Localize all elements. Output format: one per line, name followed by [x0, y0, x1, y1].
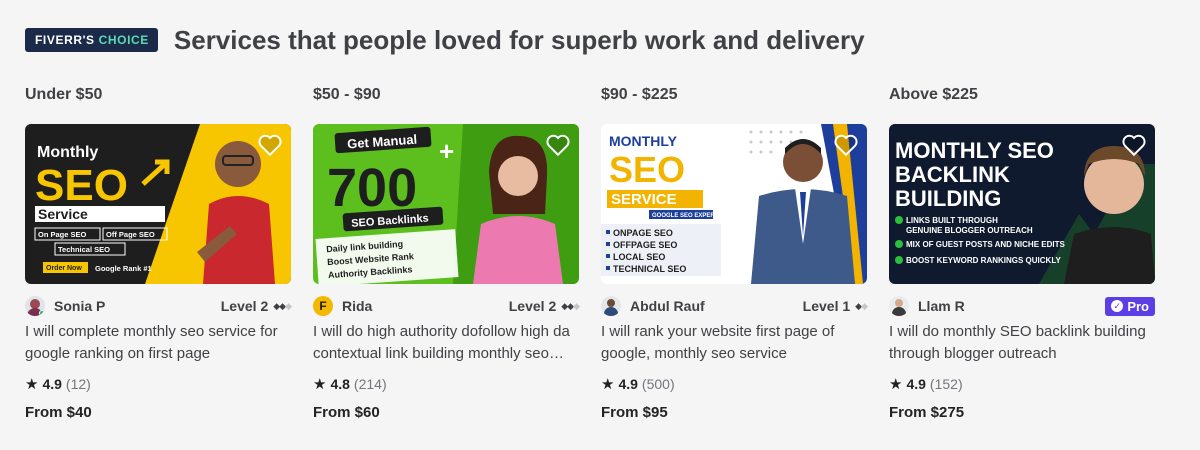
- diamond-icon: ◆◆◆: [561, 300, 580, 311]
- svg-text:On Page SEO: On Page SEO: [38, 230, 87, 239]
- section-title: Services that people loved for superb wo…: [173, 24, 865, 55]
- star-icon: ★: [313, 376, 327, 393]
- svg-text:LINKS BUILT THROUGH: LINKS BUILT THROUGH: [906, 216, 998, 225]
- svg-text:SERVICE: SERVICE: [611, 191, 677, 208]
- svg-text:Google Rank #1: Google Rank #1: [95, 264, 152, 273]
- svg-text:TECHNICAL SEO: TECHNICAL SEO: [613, 264, 686, 274]
- diamond-icon: ◆◆: [855, 300, 868, 311]
- gig-column-90-225: $90 - $225 MONTHLY SEO SERVICE GOOGLE SE…: [601, 86, 868, 421]
- gig-column-50-90: $50 - $90 Get Manual 700 + SEO Backlinks…: [313, 86, 580, 421]
- avatar[interactable]: [889, 296, 909, 316]
- gig-title-link[interactable]: I will do high authority dofollow high d…: [313, 321, 579, 365]
- rating-score: 4.9: [618, 376, 638, 392]
- svg-text:MONTHLY SEO: MONTHLY SEO: [895, 138, 1054, 163]
- pro-badge: ✓ Pro: [1105, 296, 1155, 316]
- review-count: (500): [641, 376, 675, 392]
- rating-score: 4.9: [906, 376, 926, 392]
- svg-text:GENUINE BLOGGER OUTREACH: GENUINE BLOGGER OUTREACH: [906, 226, 1033, 235]
- level-label: Level 2: [220, 298, 269, 314]
- svg-text:ONPAGE SEO: ONPAGE SEO: [613, 228, 673, 238]
- svg-text:BACKLINK: BACKLINK: [895, 162, 1010, 187]
- svg-text:Technical SEO: Technical SEO: [58, 245, 110, 254]
- price-range-label: Under $50: [25, 86, 103, 103]
- gig-image: Monthly SEO Service On Page SEO Off Page…: [25, 124, 291, 284]
- review-count: (12): [65, 376, 91, 392]
- star-icon: ★: [25, 376, 39, 393]
- rating-row: ★ 4.9 (500): [601, 374, 867, 394]
- svg-text:MONTHLY: MONTHLY: [609, 133, 678, 149]
- svg-text:Order Now: Order Now: [46, 265, 82, 272]
- price-range-label: $90 - $225: [601, 86, 678, 103]
- svg-text:GOOGLE SEO EXPERT: GOOGLE SEO EXPERT: [652, 213, 719, 219]
- gig-title-link[interactable]: I will complete monthly seo service for …: [25, 321, 291, 365]
- svg-text:BOOST KEYWORD RANKINGS QUICKLY: BOOST KEYWORD RANKINGS QUICKLY: [906, 256, 1061, 265]
- section-header: FIVERR'S CHOICE Services that people lov…: [25, 24, 865, 56]
- badge-prefix: FIVERR'S: [35, 33, 95, 47]
- svg-text:SEO: SEO: [35, 161, 128, 210]
- rating-row: ★ 4.8 (214): [313, 374, 579, 394]
- price-range-label: Above $225: [889, 86, 978, 103]
- level-label: Level 2: [508, 298, 557, 314]
- rating-row: ★ 4.9 (152): [889, 374, 1155, 394]
- heart-icon[interactable]: [257, 132, 283, 158]
- gig-column-above-225: Above $225 MONTHLY SEO BACKLINK BUILDING…: [889, 86, 1155, 421]
- rating-score: 4.9: [42, 376, 62, 392]
- gig-thumbnail[interactable]: MONTHLY SEO BACKLINK BUILDING LINKS BUIL…: [889, 124, 1155, 284]
- seller-name[interactable]: Abdul Rauf: [630, 298, 705, 314]
- check-icon: ✓: [1111, 300, 1124, 312]
- avatar[interactable]: [25, 296, 45, 316]
- svg-text:700: 700: [327, 158, 417, 218]
- seller-row: F Rida Level 2 ◆◆◆: [313, 296, 580, 316]
- gig-title-link[interactable]: I will do monthly SEO backlink building …: [889, 321, 1155, 365]
- seller-row: Llam R ✓ Pro: [889, 296, 1155, 316]
- review-count: (214): [353, 376, 387, 392]
- svg-text:Service: Service: [38, 206, 88, 222]
- gig-column-under-50: Under $50 Monthly SEO Service On Page SE…: [25, 86, 292, 421]
- svg-text:+: +: [439, 136, 454, 166]
- svg-text:Monthly: Monthly: [37, 144, 98, 161]
- badge-suffix: CHOICE: [98, 33, 149, 47]
- fiverrs-choice-badge: FIVERR'S CHOICE: [25, 28, 158, 52]
- svg-text:LOCAL SEO: LOCAL SEO: [613, 252, 665, 262]
- level-label: Level 1: [802, 298, 851, 314]
- seller-level: Level 2 ◆◆◆: [220, 298, 292, 314]
- rating-score: 4.8: [330, 376, 350, 392]
- avatar[interactable]: F: [313, 296, 333, 316]
- gig-price: From $40: [25, 404, 92, 421]
- seller-level: Level 1 ◆◆: [802, 298, 868, 314]
- star-icon: ★: [889, 376, 903, 393]
- diamond-icon: ◆◆◆: [273, 300, 292, 311]
- avatar[interactable]: [601, 296, 621, 316]
- review-count: (152): [929, 376, 963, 392]
- svg-text:Off Page SEO: Off Page SEO: [106, 230, 155, 239]
- seller-name[interactable]: Sonia P: [54, 298, 105, 314]
- svg-text:BUILDING: BUILDING: [895, 186, 1001, 211]
- heart-icon[interactable]: [1121, 132, 1147, 158]
- gig-image: MONTHLY SEO SERVICE GOOGLE SEO EXPERT ON…: [601, 124, 867, 284]
- gig-price: From $275: [889, 404, 965, 421]
- price-range-label: $50 - $90: [313, 86, 381, 103]
- heart-icon[interactable]: [833, 132, 859, 158]
- seller-row: Sonia P Level 2 ◆◆◆: [25, 296, 292, 316]
- star-icon: ★: [601, 376, 615, 393]
- rating-row: ★ 4.9 (12): [25, 374, 291, 394]
- seller-row: Abdul Rauf Level 1 ◆◆: [601, 296, 868, 316]
- svg-text:OFFPAGE SEO: OFFPAGE SEO: [613, 240, 677, 250]
- svg-text:MIX OF GUEST POSTS AND NICHE E: MIX OF GUEST POSTS AND NICHE EDITS: [906, 240, 1065, 249]
- seller-name[interactable]: Llam R: [918, 298, 965, 314]
- gig-title-link[interactable]: I will rank your website first page of g…: [601, 321, 867, 365]
- heart-icon[interactable]: [545, 132, 571, 158]
- gig-image: MONTHLY SEO BACKLINK BUILDING LINKS BUIL…: [889, 124, 1155, 284]
- seller-level: Level 2 ◆◆◆: [508, 298, 580, 314]
- gig-thumbnail[interactable]: MONTHLY SEO SERVICE GOOGLE SEO EXPERT ON…: [601, 124, 867, 284]
- gig-price: From $95: [601, 404, 668, 421]
- svg-text:SEO: SEO: [609, 149, 685, 190]
- gig-thumbnail[interactable]: Get Manual 700 + SEO Backlinks Daily lin…: [313, 124, 579, 284]
- seller-name[interactable]: Rida: [342, 298, 372, 314]
- gig-thumbnail[interactable]: Monthly SEO Service On Page SEO Off Page…: [25, 124, 291, 284]
- gig-price: From $60: [313, 404, 380, 421]
- pro-label: Pro: [1127, 298, 1149, 314]
- gig-image: Get Manual 700 + SEO Backlinks Daily lin…: [313, 124, 579, 284]
